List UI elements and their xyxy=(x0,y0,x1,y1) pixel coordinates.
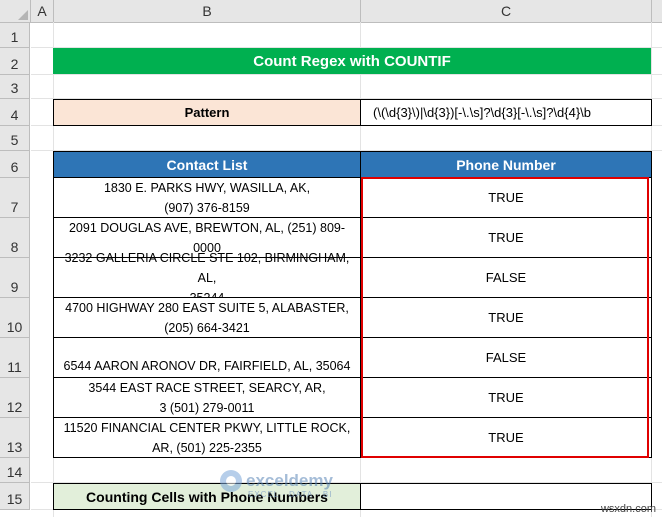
row-header-4[interactable]: 4 xyxy=(0,99,30,126)
select-all-button[interactable] xyxy=(0,0,31,22)
row-header-7[interactable]: 7 xyxy=(0,178,30,218)
contact-line: AR, (501) 225-2355 xyxy=(152,440,262,455)
row-header-1[interactable]: 1 xyxy=(0,23,30,48)
contact-cell[interactable]: 3544 EAST RACE STREET, SEARCY, AR, 3 (50… xyxy=(53,377,361,418)
exceldemy-logo-icon xyxy=(220,470,242,492)
select-all-triangle-icon xyxy=(18,10,28,20)
row-header-9[interactable]: 9 xyxy=(0,258,30,298)
result-cell[interactable]: TRUE xyxy=(360,377,652,418)
pattern-label-cell[interactable]: Pattern xyxy=(53,99,361,126)
result-cell[interactable]: FALSE xyxy=(360,257,652,298)
row-header-10[interactable]: 10 xyxy=(0,298,30,338)
header-phone-number[interactable]: Phone Number xyxy=(360,151,652,178)
row-header-5[interactable]: 5 xyxy=(0,126,30,151)
column-header-c[interactable]: C xyxy=(361,0,652,22)
contact-cell[interactable]: 11520 FINANCIAL CENTER PKWY, LITTLE ROCK… xyxy=(53,417,361,458)
contact-line: 2091 DOUGLAS AVE, BREWTON, AL, (251) 809… xyxy=(68,220,346,235)
result-cell[interactable]: TRUE xyxy=(360,177,652,218)
contact-line: 11520 FINANCIAL CENTER PKWY, LITTLE ROCK… xyxy=(63,420,351,435)
contact-line: 1830 E. PARKS HWY, WASILLA, AK, xyxy=(103,180,311,195)
column-header-a[interactable]: A xyxy=(31,0,54,22)
contact-line: 3 (501) 279-0011 xyxy=(159,400,255,415)
row-header-11[interactable]: 11 xyxy=(0,338,30,378)
contact-cell[interactable]: 6544 AARON ARONOV DR, FAIRFIELD, AL, 350… xyxy=(53,337,361,378)
site-credit: wsxdn.com xyxy=(600,503,656,515)
column-header-b[interactable]: B xyxy=(54,0,361,22)
row-header-8[interactable]: 8 xyxy=(0,218,30,258)
contact-cell[interactable]: 4700 HIGHWAY 280 EAST SUITE 5, ALABASTER… xyxy=(53,297,361,338)
watermark-text: exceldemy xyxy=(246,471,333,490)
sheet-title[interactable]: Count Regex with COUNTIF xyxy=(53,48,651,74)
contact-line: 4700 HIGHWAY 280 EAST SUITE 5, ALABASTER… xyxy=(65,300,349,315)
row-header-12[interactable]: 12 xyxy=(0,378,30,418)
contact-line: 6544 AARON ARONOV DR, FAIRFIELD, AL, 350… xyxy=(63,359,351,373)
watermark-tagline: EXCEL · DATA · BI xyxy=(248,490,333,499)
row-header-2[interactable]: 2 xyxy=(0,48,30,75)
gridline xyxy=(31,74,662,75)
row-header-13[interactable]: 13 xyxy=(0,418,30,458)
row-header-15[interactable]: 15 xyxy=(0,483,30,510)
contact-line: (907) 376-8159 xyxy=(164,200,250,215)
result-cell[interactable]: TRUE xyxy=(360,297,652,338)
result-cell[interactable]: TRUE xyxy=(360,417,652,458)
result-cell[interactable]: TRUE xyxy=(360,217,652,258)
contact-cell[interactable]: 1830 E. PARKS HWY, WASILLA, AK, (907) 37… xyxy=(53,177,361,218)
exceldemy-watermark: exceldemy xyxy=(220,470,333,492)
row-header-14[interactable]: 14 xyxy=(0,458,30,483)
contact-line: 3232 GALLERIA CIRCLE STE 102, BIRMINGHAM… xyxy=(64,250,350,285)
row-header-3[interactable]: 3 xyxy=(0,75,30,99)
contact-line: 3544 EAST RACE STREET, SEARCY, AR, xyxy=(88,380,326,395)
contact-line: (205) 664-3421 xyxy=(164,320,250,335)
header-contact-list[interactable]: Contact List xyxy=(53,151,361,178)
contact-cell[interactable]: 3232 GALLERIA CIRCLE STE 102, BIRMINGHAM… xyxy=(53,251,361,305)
row-header-6[interactable]: 6 xyxy=(0,151,30,178)
pattern-value-cell[interactable]: (\(\d{3}\)|\d{3})[-\.\s]?\d{3}[-\.\s]?\d… xyxy=(360,99,652,126)
result-cell[interactable]: FALSE xyxy=(360,337,652,378)
